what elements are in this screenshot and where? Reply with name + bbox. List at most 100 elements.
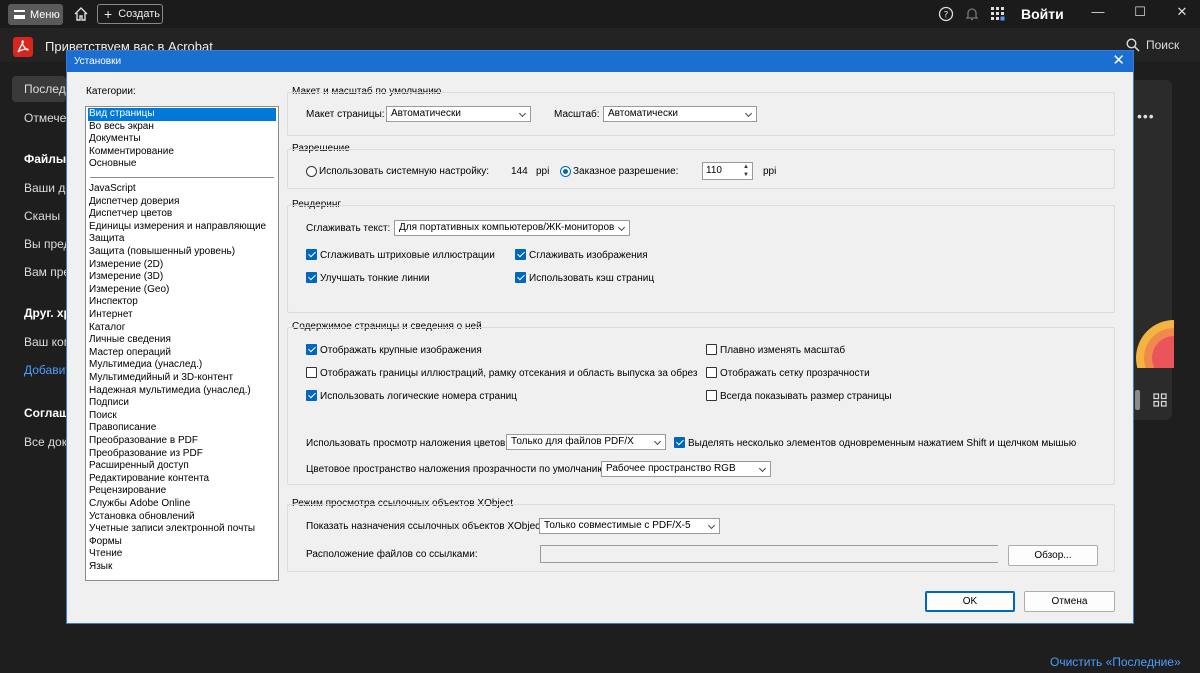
category-item[interactable]: Диспетчер доверия [88, 196, 276, 209]
sidebar-item[interactable]: Все документы [24, 435, 66, 449]
rendering-checkbox[interactable] [306, 272, 317, 283]
category-item[interactable]: Службы Adobe Online [88, 498, 276, 511]
category-item[interactable]: JavaScript [88, 183, 276, 196]
category-item[interactable]: Инспектор [88, 296, 276, 309]
category-item[interactable]: Поиск [88, 410, 276, 423]
content-option-label: Использовать логические номера страниц [320, 391, 517, 402]
page-layout-select[interactable]: Автоматически [386, 106, 531, 122]
category-item[interactable]: Измерение (2D) [88, 259, 276, 272]
category-item[interactable]: Чтение [88, 548, 276, 561]
browse-button[interactable]: Обзор... [1008, 545, 1098, 566]
category-item[interactable]: Вид страницы [88, 108, 276, 121]
category-item[interactable]: Формы [88, 536, 276, 549]
spin-up-icon[interactable]: ▲ [740, 163, 752, 171]
home-icon[interactable] [73, 6, 89, 22]
xobject-show-select[interactable]: Только совместимые с PDF/X-5 [539, 518, 720, 534]
content-checkbox[interactable] [306, 390, 317, 401]
custom-resolution-stepper[interactable]: 110 ▲ ▼ [702, 162, 753, 180]
apps-grid-icon[interactable] [990, 6, 1006, 22]
content-checkbox[interactable] [306, 367, 317, 378]
category-item[interactable]: Преобразование в PDF [88, 435, 276, 448]
category-item[interactable]: Учетные записи электронной почты [88, 523, 276, 536]
category-item[interactable]: Защита [88, 233, 276, 246]
smooth-text-select[interactable]: Для портативных компьютеров/ЖК-мониторов [394, 220, 630, 236]
close-window-button[interactable]: ✕ [1175, 5, 1189, 19]
help-icon[interactable]: ? [938, 6, 954, 22]
category-item[interactable]: Интернет [88, 309, 276, 322]
category-item[interactable]: Преобразование из PDF [88, 448, 276, 461]
more-options-icon[interactable]: ••• [1137, 108, 1155, 124]
category-item[interactable]: Измерение (Geo) [88, 284, 276, 297]
category-item[interactable]: Рецензирование [88, 485, 276, 498]
category-item[interactable]: Мастер операций [88, 347, 276, 360]
spin-down-icon[interactable]: ▼ [740, 171, 752, 179]
scrollbar-thumb[interactable] [1135, 390, 1140, 410]
content-option-label: Отображать крупные изображения [320, 345, 482, 356]
sidebar-item[interactable]: Соглашения [24, 406, 66, 420]
category-item[interactable]: Каталог [88, 322, 276, 335]
sidebar-item[interactable]: Последние [12, 76, 66, 102]
category-item[interactable]: Расширенный доступ [88, 460, 276, 473]
rendering-checkbox[interactable] [515, 272, 526, 283]
menu-button[interactable]: Меню [8, 4, 63, 25]
preferences-dialog: Установки ✕ Категории: Вид страницы Во ве… [66, 50, 1134, 624]
ok-button[interactable]: OK [925, 591, 1015, 612]
zoom-select[interactable]: Автоматически [603, 106, 757, 122]
sidebar-item[interactable]: Ваш компьютер [24, 335, 66, 349]
sidebar-item[interactable]: Ваши документы [24, 181, 66, 195]
rendering-checkbox[interactable] [515, 249, 526, 260]
custom-resolution-unit: ppi [763, 166, 777, 177]
category-item[interactable]: Защита (повышенный уровень) [88, 246, 276, 259]
content-checkbox[interactable] [706, 367, 717, 378]
category-item[interactable]: Установка обновлений [88, 511, 276, 524]
sidebar-item[interactable]: Отмеченные [24, 111, 66, 125]
category-item[interactable]: Подписи [88, 397, 276, 410]
linked-files-path-field[interactable] [540, 545, 998, 563]
content-checkbox[interactable] [706, 390, 717, 401]
sidebar-item[interactable]: Вы предоставили [24, 237, 66, 251]
category-item[interactable]: Документы [88, 133, 276, 146]
login-button[interactable]: Войти [1021, 6, 1064, 22]
create-button[interactable]: + Создать [97, 4, 163, 24]
sidebar-item[interactable]: Добавить [24, 363, 66, 377]
multi-select-label: Выделять несколько элементов одновременн… [688, 438, 1077, 449]
category-item[interactable]: Диспетчер цветов [88, 208, 276, 221]
zoom-label: Масштаб: [554, 109, 600, 120]
content-option-label: Плавно изменять масштаб [720, 345, 846, 356]
content-checkbox[interactable] [706, 344, 717, 355]
minimize-button[interactable]: — [1091, 5, 1105, 19]
category-item[interactable]: Измерение (3D) [88, 271, 276, 284]
sidebar-item[interactable]: Файлы [24, 152, 66, 166]
bell-icon[interactable] [964, 6, 980, 22]
blend-space-select[interactable]: Рабочее пространство RGB [601, 461, 771, 477]
category-item[interactable]: Мультимедийный и 3D-контент [88, 372, 276, 385]
category-item[interactable]: Мультимедиа (унаслед.) [88, 359, 276, 372]
category-item[interactable]: Основные [88, 158, 276, 171]
system-resolution-radio[interactable] [306, 166, 317, 177]
dialog-close-icon[interactable]: ✕ [1112, 53, 1125, 69]
categories-list[interactable]: Вид страницы Во весь экран Документы Коммен… [85, 106, 279, 581]
category-item[interactable]: Правописание [88, 422, 276, 435]
clear-recent-link[interactable]: Очистить «Последние» [1050, 655, 1181, 669]
category-item[interactable]: Язык [88, 561, 276, 574]
sidebar-item[interactable]: Друг. хранилища [24, 306, 66, 320]
maximize-button[interactable]: ☐ [1133, 5, 1147, 19]
content-checkbox[interactable] [306, 344, 317, 355]
custom-resolution-radio[interactable] [560, 166, 571, 177]
sidebar-item[interactable]: Сканы [24, 209, 66, 223]
acrobat-logo-icon [13, 37, 33, 57]
grid-view-icon[interactable] [1153, 393, 1167, 407]
rendering-checkbox[interactable] [306, 249, 317, 260]
sidebar-item[interactable]: Вам предоставили [24, 265, 66, 279]
category-item[interactable]: Надежная мультимедиа (унаслед.) [88, 385, 276, 398]
dialog-title-bar: Установки ✕ [67, 51, 1133, 72]
category-item[interactable]: Единицы измерения и направляющие [88, 221, 276, 234]
multi-select-checkbox[interactable] [674, 437, 685, 448]
category-item[interactable]: Комментирование [88, 146, 276, 159]
category-item[interactable]: Личные сведения [88, 334, 276, 347]
cancel-button[interactable]: Отмена [1024, 591, 1115, 612]
category-item[interactable]: Во весь экран [88, 121, 276, 134]
category-item[interactable]: Редактирование контента [88, 473, 276, 486]
overprint-select[interactable]: Только для файлов PDF/X [506, 434, 666, 450]
system-resolution-value: 144 [511, 166, 528, 177]
